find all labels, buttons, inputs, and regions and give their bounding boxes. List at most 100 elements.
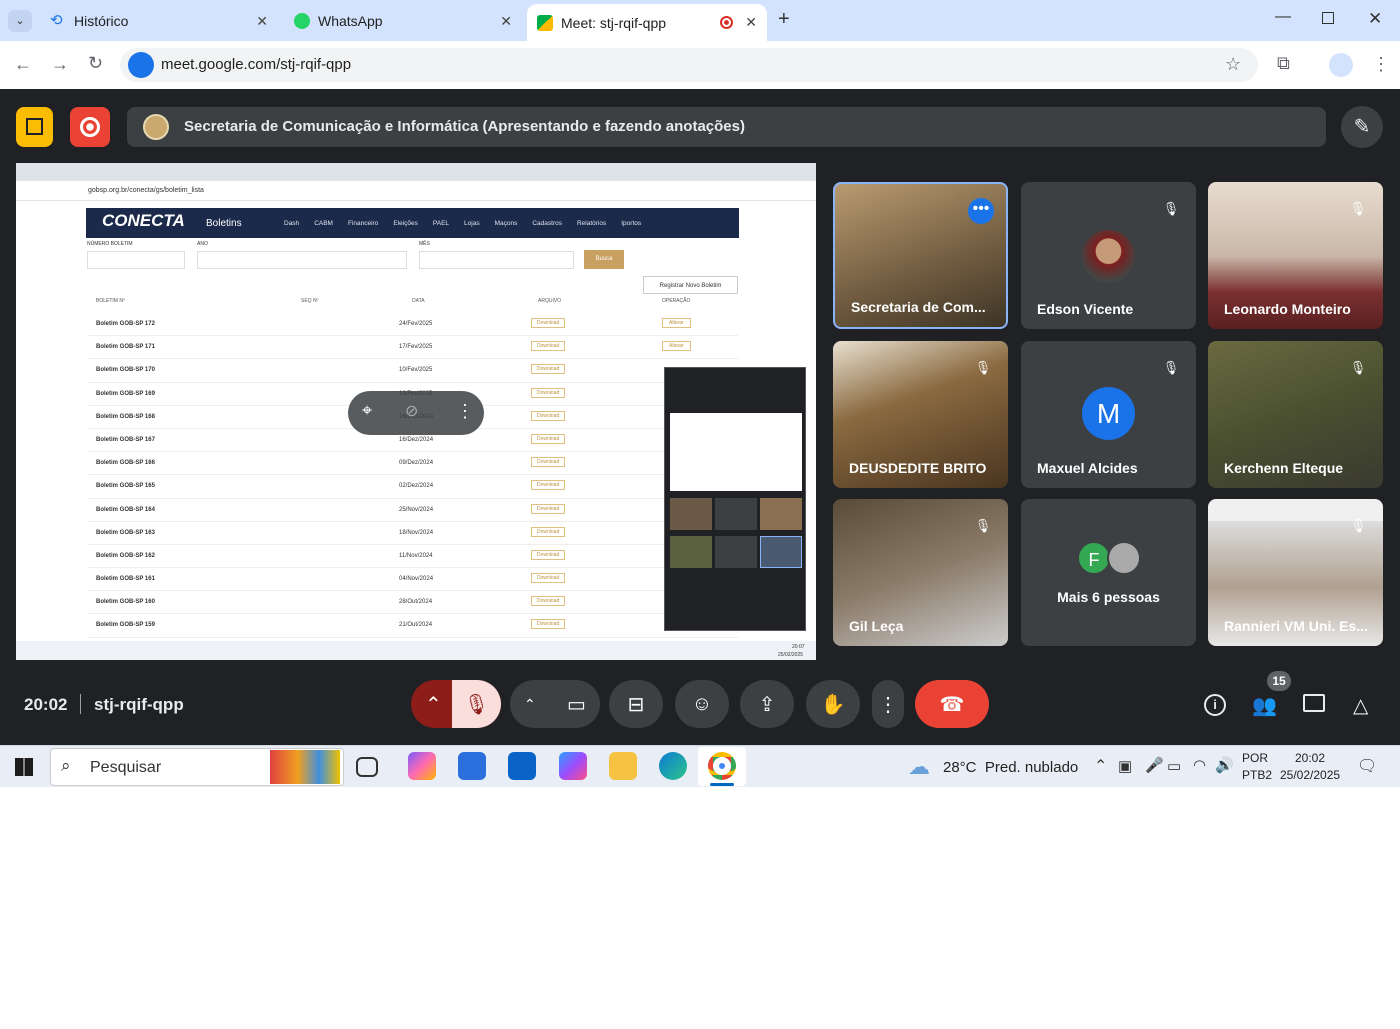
- new-boletim-button[interactable]: Registrar Novo Boletim: [643, 276, 738, 294]
- profile-avatar[interactable]: [1329, 53, 1353, 77]
- activities-icon[interactable]: △: [1353, 693, 1368, 718]
- new-tab-button[interactable]: +: [778, 8, 790, 31]
- mic-toggle-button[interactable]: 🎙: [452, 680, 501, 728]
- edit-button[interactable]: Alterar: [662, 318, 691, 328]
- download-button[interactable]: Download: [531, 619, 566, 630]
- hide-tile-icon[interactable]: ⊘: [405, 401, 418, 421]
- pin-icon[interactable]: ⌖: [362, 400, 372, 421]
- wifi-icon[interactable]: ◠: [1193, 756, 1206, 774]
- download-button[interactable]: Download: [531, 526, 566, 537]
- file-explorer-icon[interactable]: [609, 752, 637, 780]
- participant-tile[interactable]: M 🎙 Maxuel Alcides: [1021, 341, 1196, 488]
- language-indicator[interactable]: POR PTB2: [1242, 750, 1272, 784]
- back-icon[interactable]: ←: [14, 54, 32, 75]
- participant-tile[interactable]: 🎙 Rannieri VM Uni. Es...: [1208, 499, 1383, 646]
- leave-call-button[interactable]: ☎: [915, 680, 989, 728]
- filter-input[interactable]: [197, 251, 407, 269]
- meet-tray-icon[interactable]: ▣: [1118, 757, 1132, 775]
- chat-icon[interactable]: [1303, 694, 1325, 712]
- tab-search-button[interactable]: ⌄: [8, 10, 32, 32]
- info-icon[interactable]: i: [1204, 694, 1226, 716]
- download-button[interactable]: Download: [531, 364, 566, 375]
- tab-historico[interactable]: ⟲ Histórico ✕: [40, 6, 278, 36]
- menu-icon[interactable]: ⋮: [1372, 54, 1390, 75]
- close-icon[interactable]: ✕: [745, 14, 757, 31]
- participant-tile[interactable]: 🎙 Leonardo Monteiro: [1208, 182, 1383, 329]
- notifications-icon[interactable]: 🗨: [1357, 756, 1377, 776]
- nav-item[interactable]: Relatórios: [577, 220, 606, 227]
- download-button[interactable]: Download: [531, 503, 566, 514]
- m365-icon[interactable]: [559, 752, 587, 780]
- download-button[interactable]: Download: [531, 573, 566, 584]
- site-info-icon[interactable]: [128, 52, 154, 78]
- task-view-icon[interactable]: [356, 757, 378, 777]
- nav-item[interactable]: Eleições: [393, 220, 418, 227]
- store-icon[interactable]: [458, 752, 486, 780]
- mic-tray-icon[interactable]: 🎤: [1145, 756, 1164, 774]
- extensions-icon[interactable]: ⧉: [1277, 53, 1290, 74]
- present-button[interactable]: ⇪: [740, 680, 794, 728]
- nav-item[interactable]: Dash: [284, 220, 299, 227]
- reactions-button[interactable]: ☺: [675, 680, 729, 728]
- captions-button[interactable]: ⊟: [609, 680, 663, 728]
- filter-input[interactable]: [419, 251, 574, 269]
- forward-icon[interactable]: →: [51, 54, 69, 75]
- nav-item[interactable]: Cadastros: [532, 220, 562, 227]
- tab-meet[interactable]: Meet: stj-rqif-qpp ✕: [527, 4, 767, 41]
- close-window-button[interactable]: ✕: [1368, 9, 1382, 29]
- battery-icon[interactable]: ▭: [1167, 757, 1181, 775]
- download-button[interactable]: Download: [531, 480, 566, 491]
- nav-item[interactable]: Financeiro: [348, 220, 378, 227]
- participant-tile[interactable]: 🎙 Edson Vicente: [1021, 182, 1196, 329]
- download-button[interactable]: Download: [531, 318, 566, 328]
- nav-item[interactable]: CABM: [314, 220, 333, 227]
- participant-tile[interactable]: ••• Secretaria de Com...: [833, 182, 1008, 329]
- clock[interactable]: 20:02 25/02/2025: [1280, 750, 1340, 784]
- nav-item[interactable]: Iportos: [621, 220, 641, 227]
- close-icon[interactable]: ✕: [500, 13, 512, 30]
- restore-button[interactable]: [1322, 12, 1334, 24]
- reload-icon[interactable]: ↻: [88, 53, 103, 74]
- annotate-button[interactable]: ✎: [1341, 106, 1383, 148]
- chevron-up-icon[interactable]: ⌃: [1094, 756, 1107, 776]
- weather-label[interactable]: 28°C Pred. nublado: [943, 759, 1078, 776]
- volume-icon[interactable]: 🔊: [1215, 756, 1234, 774]
- participant-tile[interactable]: 🎙 Kerchenn Elteque: [1208, 341, 1383, 488]
- close-icon[interactable]: ✕: [256, 13, 268, 30]
- more-options-button[interactable]: ⋮: [872, 680, 904, 728]
- nav-item[interactable]: Lojas: [464, 220, 480, 227]
- boletim-number: Boletim GOB-SP 163: [96, 529, 155, 536]
- mic-off-icon: 🎙: [1162, 201, 1180, 216]
- raise-hand-button[interactable]: ✋: [806, 680, 860, 728]
- edit-button[interactable]: Alterar: [662, 341, 691, 352]
- tab-whatsapp[interactable]: WhatsApp ✕: [284, 6, 522, 36]
- download-button[interactable]: Download: [531, 457, 566, 468]
- nav-item[interactable]: Maçons: [495, 220, 518, 227]
- star-icon[interactable]: ☆: [1225, 54, 1241, 75]
- download-button[interactable]: Download: [531, 387, 566, 398]
- search-button[interactable]: Busca: [584, 250, 624, 269]
- column-header: OPERAÇÃO: [662, 298, 691, 304]
- more-participants-tile[interactable]: F Mais 6 pessoas: [1021, 499, 1196, 646]
- edge-icon[interactable]: [659, 752, 687, 780]
- minimize-button[interactable]: —: [1275, 8, 1291, 26]
- people-icon[interactable]: 👥: [1252, 693, 1277, 718]
- filter-input[interactable]: [87, 251, 185, 269]
- download-button[interactable]: Download: [531, 341, 566, 352]
- boletim-date: 21/Out/2024: [399, 622, 433, 629]
- more-options-icon[interactable]: •••: [968, 198, 994, 224]
- outlook-icon[interactable]: [508, 752, 536, 780]
- download-button[interactable]: Download: [531, 433, 566, 444]
- participant-tile[interactable]: 🎙 DEUSDEDITE BRITO: [833, 341, 1008, 488]
- download-button[interactable]: Download: [531, 410, 566, 421]
- nav-item[interactable]: PAEL: [433, 220, 449, 227]
- boletim-number: Boletim GOB-SP 159: [96, 622, 155, 629]
- participant-tile[interactable]: 🎙 Gil Leça: [833, 499, 1008, 646]
- download-button[interactable]: Download: [531, 549, 566, 560]
- camera-icon[interactable]: ▭: [553, 680, 600, 728]
- windows-start-icon[interactable]: [15, 758, 33, 776]
- download-button[interactable]: Download: [531, 596, 566, 607]
- boletim-number: Boletim GOB-SP 162: [96, 552, 155, 559]
- copilot-icon[interactable]: [408, 752, 436, 780]
- more-icon[interactable]: ⋮: [456, 401, 474, 422]
